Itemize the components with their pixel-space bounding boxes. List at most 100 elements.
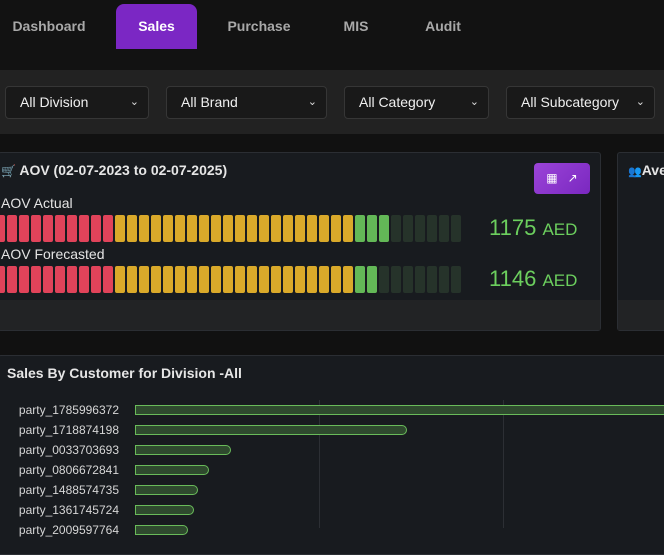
gauge-segment bbox=[7, 215, 17, 242]
gauge-segment bbox=[295, 215, 305, 242]
gauge-segment bbox=[391, 215, 401, 242]
gauge-segment bbox=[355, 215, 365, 242]
gauge-segment bbox=[55, 215, 65, 242]
gridline bbox=[503, 400, 504, 528]
gauge-segment bbox=[0, 266, 5, 293]
filter-value: All Division bbox=[20, 94, 89, 110]
gauge-segment bbox=[379, 266, 389, 293]
gauge-segment bbox=[367, 215, 377, 242]
chevron-down-icon: ⌄ bbox=[307, 96, 317, 108]
y-tick-label: party_1785996372 bbox=[18, 403, 119, 417]
gauge-segment bbox=[415, 266, 425, 293]
tab-mis[interactable]: MIS bbox=[327, 4, 385, 49]
expand-icon: ↗ bbox=[567, 171, 578, 185]
top-nav: Dashboard Sales Purchase MIS Audit bbox=[0, 0, 664, 70]
average-panel: 👥Ave bbox=[617, 152, 664, 331]
panel-footer bbox=[0, 300, 600, 330]
gauge-segment bbox=[451, 215, 461, 242]
bar[interactable] bbox=[135, 525, 189, 535]
table-expand-button[interactable]: ▦ ↗ bbox=[534, 163, 590, 194]
filter-value: All Brand bbox=[181, 94, 238, 110]
value-unit: AED bbox=[542, 271, 578, 290]
gauge-segment bbox=[175, 266, 185, 293]
tab-purchase[interactable]: Purchase bbox=[219, 4, 299, 49]
tab-sales[interactable]: Sales bbox=[116, 4, 197, 49]
gauge-segment bbox=[427, 266, 437, 293]
panel-footer bbox=[618, 300, 664, 330]
gauge-segment bbox=[211, 215, 221, 242]
gauge-value: 1146 AED bbox=[489, 266, 577, 292]
gridline bbox=[319, 400, 320, 528]
gauge-segment bbox=[79, 215, 89, 242]
filter-select-3[interactable]: All Subcategory ⌄ bbox=[506, 86, 655, 119]
gauge-segment bbox=[379, 215, 389, 242]
gauge-segment bbox=[211, 266, 221, 293]
gauge-segment bbox=[319, 215, 329, 242]
bar[interactable] bbox=[135, 485, 198, 495]
filter-select-0[interactable]: All Division ⌄ bbox=[5, 86, 149, 119]
gauge-segment bbox=[139, 215, 149, 242]
gauge-segment bbox=[259, 266, 269, 293]
y-tick-label: party_1718874198 bbox=[18, 423, 119, 437]
gauge-segment bbox=[247, 215, 257, 242]
gauge-segment bbox=[283, 215, 293, 242]
bar-gauge bbox=[0, 215, 461, 242]
gauge-segment bbox=[115, 215, 125, 242]
gauge-segment bbox=[175, 215, 185, 242]
gauge-segment bbox=[319, 266, 329, 293]
gauge-segment bbox=[271, 215, 281, 242]
gauge-segment bbox=[331, 266, 341, 293]
gauge-segment bbox=[163, 266, 173, 293]
bar[interactable] bbox=[135, 425, 408, 435]
gauge-segment bbox=[55, 266, 65, 293]
gauge-segment bbox=[0, 215, 5, 242]
gauge-segment bbox=[343, 266, 353, 293]
gauge-segment bbox=[343, 215, 353, 242]
aov-panel: 🛒 AOV (02-07-2023 to 02-07-2025) ▦ ↗ AOV… bbox=[0, 152, 601, 331]
gauge-segment bbox=[199, 266, 209, 293]
gauge-segment bbox=[307, 215, 317, 242]
gauge-value: 1175 AED bbox=[489, 215, 577, 241]
gauge-segment bbox=[439, 215, 449, 242]
y-tick-label: party_2009597764 bbox=[18, 523, 119, 537]
gauge-segment bbox=[19, 266, 29, 293]
gauge-segment bbox=[103, 215, 113, 242]
filter-value: All Category bbox=[359, 94, 436, 110]
gauge-segment bbox=[439, 266, 449, 293]
gauge-segment bbox=[247, 266, 257, 293]
chevron-down-icon: ⌄ bbox=[635, 96, 645, 108]
gauge-segment bbox=[223, 266, 233, 293]
gauge-label: AOV Forecasted bbox=[1, 246, 105, 262]
bar[interactable] bbox=[135, 505, 194, 515]
gauge-segment bbox=[403, 266, 413, 293]
table-icon: ▦ bbox=[546, 171, 558, 185]
y-tick-label: party_1488574735 bbox=[18, 483, 119, 497]
gauge-segment bbox=[427, 215, 437, 242]
bar[interactable] bbox=[135, 465, 209, 475]
value-number: 1146 bbox=[489, 266, 537, 291]
gauge-segment bbox=[127, 215, 137, 242]
gauge-segment bbox=[355, 266, 365, 293]
gauge-segment bbox=[7, 266, 17, 293]
gauge-segment bbox=[235, 215, 245, 242]
gauge-segment bbox=[223, 215, 233, 242]
value-number: 1175 bbox=[489, 215, 537, 240]
gauge-segment bbox=[43, 266, 53, 293]
filter-bar: All Division ⌄ All Brand ⌄ All Category ⌄ All … bbox=[0, 70, 664, 134]
gauge-segment bbox=[331, 215, 341, 242]
y-tick-label: party_0033703693 bbox=[18, 443, 119, 457]
gauge-segment bbox=[163, 215, 173, 242]
filter-select-1[interactable]: All Brand ⌄ bbox=[166, 86, 327, 119]
bar[interactable] bbox=[135, 445, 231, 455]
gauge-segment bbox=[199, 215, 209, 242]
aov-title: 🛒 AOV (02-07-2023 to 02-07-2025) bbox=[1, 162, 227, 178]
bar[interactable] bbox=[135, 405, 664, 415]
filter-select-2[interactable]: All Category ⌄ bbox=[344, 86, 489, 119]
y-tick-label: party_0806672841 bbox=[18, 463, 119, 477]
gauge-segment bbox=[127, 266, 137, 293]
tab-audit[interactable]: Audit bbox=[412, 4, 474, 49]
tab-dashboard[interactable]: Dashboard bbox=[0, 4, 98, 49]
gauge-segment bbox=[271, 266, 281, 293]
chart-title: Sales By Customer for Division -All bbox=[7, 365, 242, 381]
gauge-segment bbox=[103, 266, 113, 293]
